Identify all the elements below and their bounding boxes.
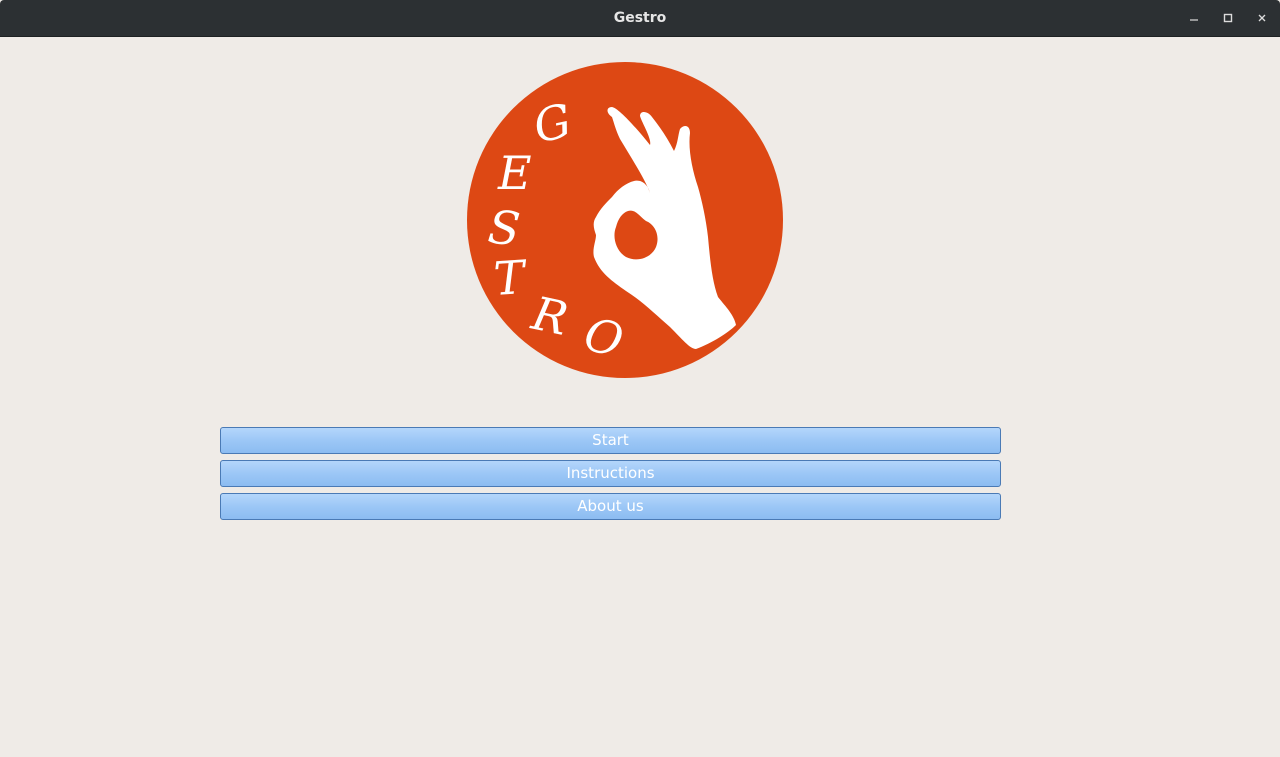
window-titlebar[interactable]: Gestro: [0, 0, 1280, 37]
close-button[interactable]: [1250, 6, 1274, 30]
logo-letter-e: E: [497, 146, 532, 200]
maximize-button[interactable]: [1216, 6, 1240, 30]
gestro-logo: G E S T R O: [466, 61, 784, 379]
window-title: Gestro: [613, 10, 667, 26]
main-window-content: G E S T R O Start Instructions About us: [0, 37, 1280, 757]
close-icon: [1258, 14, 1266, 22]
instructions-button[interactable]: Instructions: [220, 460, 1001, 487]
about-us-button[interactable]: About us: [220, 493, 1001, 520]
start-button[interactable]: Start: [220, 427, 1001, 454]
maximize-icon: [1223, 13, 1233, 23]
logo-letter-s: S: [486, 199, 523, 256]
minimize-button[interactable]: [1182, 6, 1206, 30]
gestro-logo-graphic: G E S T R O: [467, 62, 783, 378]
minimize-icon: [1190, 19, 1198, 21]
